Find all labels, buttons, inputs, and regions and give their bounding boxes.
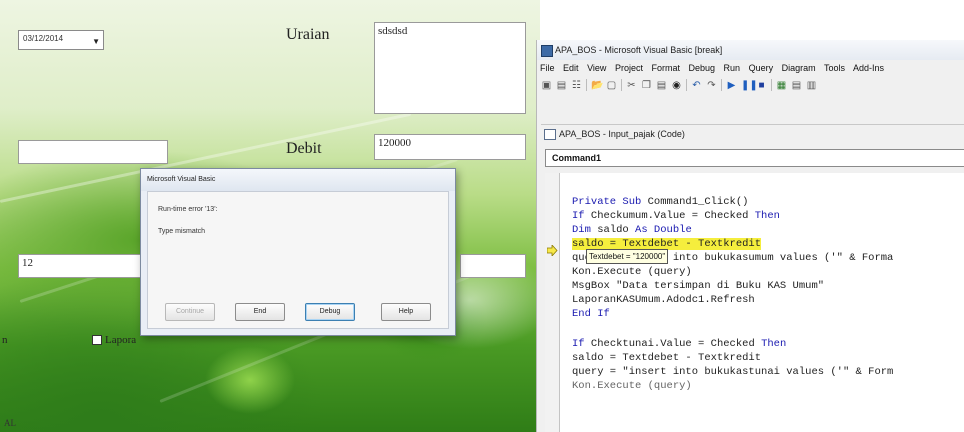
ide-title: APA_BOS - Microsoft Visual Basic [break] — [555, 45, 723, 55]
bottom-corner-text: AL — [4, 418, 16, 428]
toolbar-divider — [721, 79, 722, 91]
code-editor[interactable]: Private Sub Command1_Click() If Checkumu… — [560, 173, 964, 432]
code-line: Kon.Execute (query) — [572, 266, 692, 278]
redo-icon[interactable]: ↷ — [706, 80, 717, 91]
left-textbox-1[interactable] — [18, 140, 168, 164]
ide-titlebar: APA_BOS - Microsoft Visual Basic [break] — [537, 40, 964, 60]
code-text: Command1_Click() — [647, 196, 749, 208]
vb-form-window: 03/12/2014 ▼ Uraian sdsdsd Debit 120000 … — [0, 0, 540, 432]
menu-view[interactable]: View — [587, 63, 606, 73]
error-description: Type mismatch — [158, 228, 206, 235]
menu-debug[interactable]: Debug — [689, 63, 716, 73]
menu-run[interactable]: Run — [724, 63, 741, 73]
object-combo-value: Command1 — [552, 153, 602, 163]
keyword: As Double — [635, 224, 692, 236]
menu-query[interactable]: Query — [749, 63, 774, 73]
vb-app-icon — [541, 45, 553, 57]
code-line: Private Sub Command1_Click() — [572, 195, 748, 209]
date-picker[interactable]: 03/12/2014 ▼ — [18, 30, 104, 50]
code-window-titlebar: APA_BOS - Input_pajak (Code) — [541, 125, 964, 143]
keyword: Private Sub — [572, 196, 642, 208]
code-window: APA_BOS - Input_pajak (Code) Command1 Pr… — [541, 124, 964, 432]
add-project-icon[interactable]: ▣ — [541, 80, 552, 91]
code-text: saldo — [597, 224, 636, 236]
runtime-error-dialog: Microsoft Visual Basic Run-time error '1… — [140, 168, 456, 336]
toolbar-divider — [771, 79, 772, 91]
code-text: Checkumum.Value = Checked — [590, 210, 755, 222]
laporan-checkbox[interactable]: Lapora — [92, 334, 136, 346]
open-icon[interactable]: 📂 — [591, 80, 603, 91]
code-text: Checktunai.Value = Checked — [590, 338, 762, 350]
menu-bar: File Edit View Project Format Debug Run … — [537, 60, 964, 76]
debit-value: 120000 — [378, 137, 411, 149]
keyword: Dim — [572, 224, 591, 236]
uraian-value: sdsdsd — [378, 25, 408, 37]
menu-tools[interactable]: Tools — [824, 63, 845, 73]
date-value: 03/12/2014 — [23, 34, 64, 43]
code-line: If Checkumum.Value = Checked Then — [572, 209, 780, 223]
pause-icon[interactable]: ❚❚ — [741, 80, 758, 91]
stop-icon[interactable]: ■ — [756, 80, 767, 91]
margin-indicator-bar[interactable] — [545, 173, 560, 432]
menu-format[interactable]: Format — [651, 63, 680, 73]
code-window-title: APA_BOS - Input_pajak (Code) — [559, 129, 685, 139]
debit-label: Debit — [286, 140, 322, 157]
checkbox-box[interactable] — [92, 335, 102, 346]
menu-editor-icon[interactable]: ☷ — [571, 80, 582, 91]
menu-project[interactable]: Project — [615, 63, 643, 73]
code-line: Kon.Execute (query) — [572, 380, 692, 392]
code-line: Dim saldo As Double — [572, 223, 692, 237]
run-icon[interactable]: ▶ — [726, 80, 737, 91]
code-line: saldo = Textdebet - Textkredit — [572, 352, 762, 364]
undo-icon[interactable]: ↶ — [691, 80, 702, 91]
cut-icon[interactable]: ✂ — [626, 80, 637, 91]
right-textbox-2[interactable] — [460, 254, 526, 278]
execution-pointer-icon — [547, 245, 558, 256]
help-button[interactable]: Help — [381, 303, 431, 321]
keyword: Then — [754, 210, 780, 222]
copy-icon[interactable]: ❐ — [641, 80, 652, 91]
menu-diagram[interactable]: Diagram — [782, 63, 816, 73]
code-line: MsgBox "Data tersimpan di Buku KAS Umum" — [572, 280, 825, 292]
error-line: Run-time error '13': — [158, 206, 218, 213]
menu-add-ins[interactable]: Add-Ins — [853, 63, 884, 73]
keyword: If — [572, 210, 585, 222]
keyword: End If — [572, 308, 610, 320]
left-textbox-2[interactable]: 12 — [18, 254, 150, 278]
debit-textbox[interactable]: 120000 — [374, 134, 526, 160]
keyword: If — [572, 338, 585, 350]
debug-button[interactable]: Debug — [305, 303, 355, 321]
uraian-textbox[interactable]: sdsdsd — [374, 22, 526, 114]
save-icon[interactable]: ▢ — [606, 80, 617, 91]
toolbar-divider — [621, 79, 622, 91]
toolbar-divider — [586, 79, 587, 91]
ide-toolbar: ▣ ▤ ☷ 📂 ▢ ✂ ❐ ▤ ◉ ↶ ↷ ▶ ❚❚ ■ ▦ ▤ ▥ — [537, 76, 964, 94]
menu-edit[interactable]: Edit — [563, 63, 579, 73]
data-tip-tooltip: Textdebet = "120000" — [586, 249, 669, 264]
dialog-title: Microsoft Visual Basic — [141, 169, 455, 191]
laporan-checkbox-label: Lapora — [105, 334, 137, 346]
code-line: End If — [572, 307, 610, 321]
object-combo[interactable]: Command1 — [545, 149, 964, 167]
vb-ide-window: APA_BOS - Microsoft Visual Basic [break]… — [536, 40, 964, 432]
uraian-label: Uraian — [286, 26, 330, 43]
continue-button[interactable]: Continue — [165, 303, 215, 321]
toolbar-divider — [686, 79, 687, 91]
properties-icon[interactable]: ▤ — [791, 80, 802, 91]
code-line: LaporanKASUmum.Adodc1.Refresh — [572, 294, 755, 306]
paste-icon[interactable]: ▤ — [656, 80, 667, 91]
end-button[interactable]: End — [235, 303, 285, 321]
menu-file[interactable]: File — [540, 63, 555, 73]
project-explorer-icon[interactable]: ▦ — [776, 80, 787, 91]
code-window-icon — [544, 129, 556, 140]
code-line: query = "insert into bukukastunai values… — [572, 366, 894, 378]
chevron-down-icon[interactable]: ▼ — [92, 37, 100, 46]
add-form-icon[interactable]: ▤ — [556, 80, 567, 91]
code-line: If Checktunai.Value = Checked Then — [572, 337, 786, 351]
find-icon[interactable]: ◉ — [671, 80, 682, 91]
edge-label: n — [2, 334, 8, 346]
left-textbox-2-value: 12 — [22, 257, 33, 269]
keyword: Then — [761, 338, 787, 350]
object-browser-icon[interactable]: ▥ — [806, 80, 817, 91]
